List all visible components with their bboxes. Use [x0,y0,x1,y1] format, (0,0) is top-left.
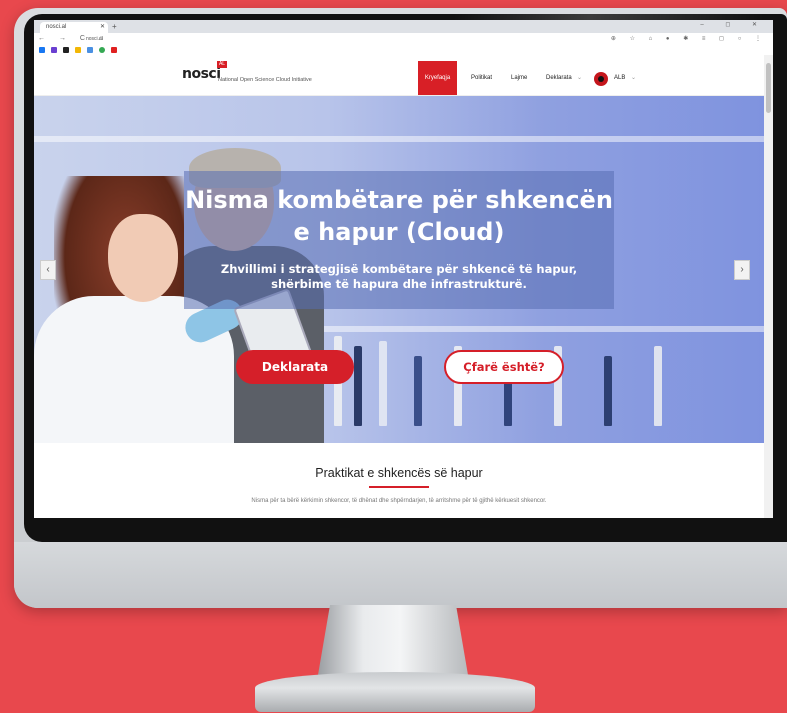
lab-bottle [379,341,387,426]
chevron-down-icon: ⌄ [631,75,637,81]
logo[interactable]: nosci [182,66,221,82]
prev-slide-icon[interactable]: ‹ [40,260,56,280]
new-tab-icon[interactable]: + [112,22,117,31]
page-scrollbar[interactable] [764,55,773,518]
lab-bottle [654,346,662,426]
chevron-down-icon: ⌄ [577,75,583,81]
site-header: nosci AL National Open Science Cloud Ini… [34,55,764,96]
close-tab-icon[interactable]: ✕ [100,22,105,33]
language-selector[interactable]: ALB [614,61,625,95]
menu-item-lajme[interactable]: Lajme [511,61,527,95]
deklarata-button[interactable]: Deklarata [236,350,354,384]
hero-banner: Nisma kombëtare për shkencën e hapur (Cl… [34,96,764,443]
section-divider [369,486,429,488]
bookmark-icon[interactable] [39,47,45,53]
lab-bottle [414,356,422,426]
hero-title: Nisma kombëtare për shkencën e hapur (Cl… [185,186,613,246]
cfare-eshte-button[interactable]: Çfarë është? [444,350,564,384]
scientist-woman-face [108,214,178,302]
menu-item-kryefaqja[interactable]: Kryefaqja [418,61,457,95]
tab-title: nosci.al [46,24,67,30]
bookmark-icon[interactable] [111,47,117,53]
lab-shelf [294,326,764,332]
bookmark-icon[interactable] [99,47,105,53]
lab-shelf [34,136,764,142]
screen: nosci.al ✕ + – ◻ ✕ ← → C ⌂ nosci.al ⊕ ☆ … [34,20,773,518]
scroll-thumb[interactable] [766,63,771,113]
window-controls[interactable]: – ◻ ✕ [700,21,767,28]
bookmark-icon[interactable] [87,47,93,53]
bookmark-icon[interactable] [51,47,57,53]
monitor-stand-base [255,672,535,712]
logo-tagline: National Open Science Cloud Initiative [218,77,312,83]
menu-item-deklarata[interactable]: Deklarata [546,61,572,95]
section-text: Nisma për ta bërë kërkimin shkencor, të … [251,498,547,504]
menu-item-politikat[interactable]: Politikat [471,61,492,95]
url-field[interactable]: nosci.al [86,35,636,43]
extension-icons[interactable]: ⊕ ☆ ⌂ ● ✱ ≡ ◻ ○ ⋮ [611,34,767,44]
logo-badge: AL [217,61,227,68]
bookmark-icon[interactable] [63,47,69,53]
hero-subtitle: Zhvillimi i strategjisë kombëtare për sh… [220,262,578,291]
next-slide-icon[interactable]: › [734,260,750,280]
lab-bottle [354,346,362,426]
monitor-chin [14,542,787,608]
lab-bottle [604,356,612,426]
monitor-stand-neck [318,605,468,675]
browser-tabbar: nosci.al ✕ + – ◻ ✕ [34,20,773,33]
bookmark-icon[interactable] [75,47,81,53]
section-title: Praktikat e shkencës së hapur [315,466,483,480]
browser-tab[interactable]: nosci.al ✕ [40,22,108,33]
albania-flag-icon[interactable] [594,72,608,86]
